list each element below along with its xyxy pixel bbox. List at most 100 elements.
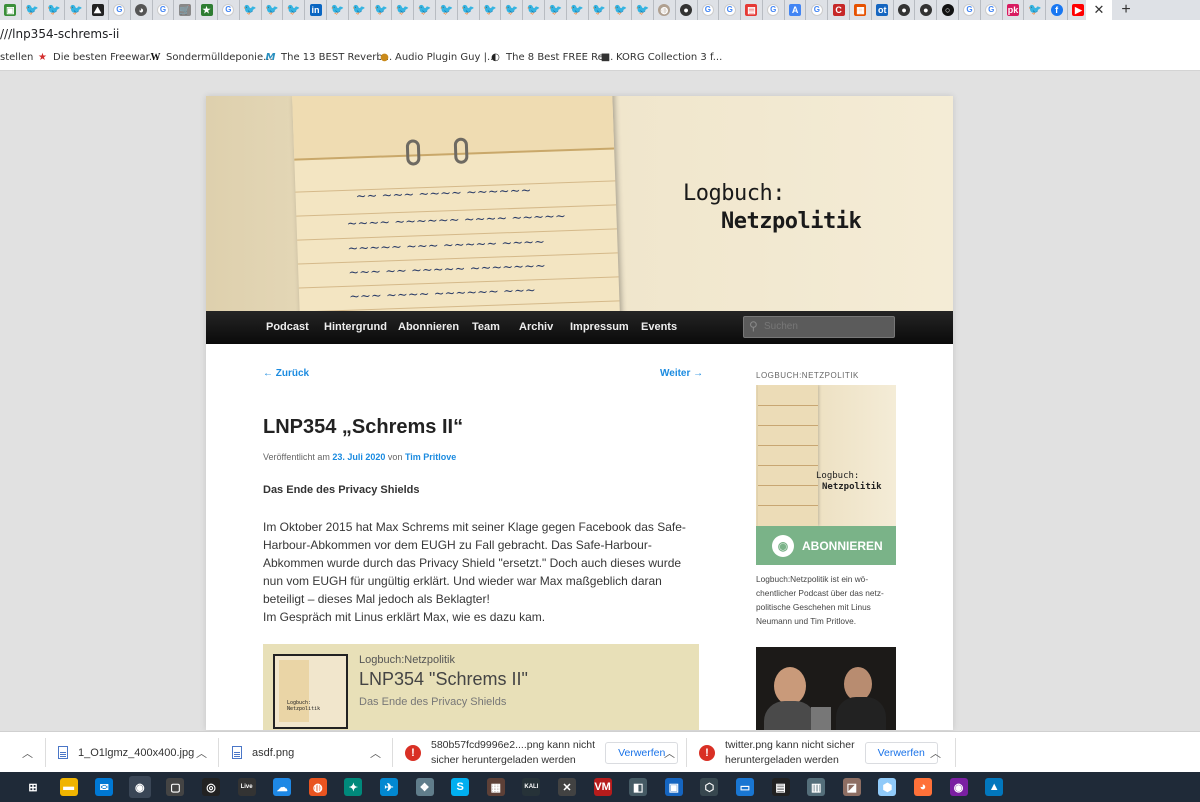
taskbar-app-button[interactable]: ▲ [983,776,1005,798]
bookmark-item[interactable]: ■ KORG Collection 3 f... [600,52,723,63]
taskbar-app-button[interactable]: ◕ [912,776,934,798]
taskbar-app-button[interactable]: VM [592,776,614,798]
taskbar-app-button[interactable]: ◎ [200,776,222,798]
taskbar-app-button[interactable]: ▬ [58,776,80,798]
browser-tab[interactable]: A [785,0,807,20]
browser-tab[interactable]: 🐦 [44,0,66,20]
header-image[interactable]: ~~ ~~~ ~~~~ ~~~~~~ ~~~~ ~~~~~~ ~~~~ ~~~~… [206,96,953,311]
taskbar-app-button[interactable]: ◧ [627,776,649,798]
download-item[interactable]: 1_O1lgmz_400x400.jpg [58,732,194,773]
browser-tab[interactable]: C [828,0,851,20]
bookmark-item[interactable]: ● Audio Plugin Guy |... [379,52,496,63]
browser-tab[interactable]: ● [894,0,916,20]
browser-tab[interactable]: 🐦 [327,0,349,20]
browser-tab[interactable]: 🐦 [436,0,458,20]
close-tab-icon[interactable]: ✕ [1094,2,1105,18]
browser-tab[interactable]: ot [872,0,894,20]
browser-tab[interactable]: G [698,0,720,20]
browser-tab[interactable]: ▦ [850,0,872,20]
browser-tab[interactable]: ★ [196,0,218,20]
browser-tab[interactable]: 🐦 [458,0,480,20]
taskbar-app-button[interactable]: ⬢ [876,776,898,798]
taskbar-app-button[interactable]: ◍ [307,776,329,798]
browser-tab[interactable]: ▤ [741,0,763,20]
nav-hintergrund[interactable]: Hintergrund [324,321,387,333]
sidebar-cover-image[interactable]: Logbuch: Netzpolitik [756,385,896,526]
browser-tab[interactable]: 🐦 [392,0,415,20]
taskbar-app-button[interactable]: ⬡ [698,776,720,798]
next-post-link[interactable]: Weiter → [660,368,703,379]
taskbar-app-button[interactable]: ▤ [770,776,792,798]
browser-tab[interactable]: 🐦 [610,0,633,20]
chevron-up-icon[interactable]: ︿ [196,745,207,761]
taskbar-app-button[interactable]: Live [236,776,258,798]
browser-tab[interactable]: G [109,0,131,20]
nav-archiv[interactable]: Archiv [519,321,553,333]
browser-tab[interactable]: 🐦 [545,0,567,20]
taskbar-app-button[interactable]: ▣ [663,776,685,798]
nav-abonnieren[interactable]: Abonnieren [398,321,459,333]
browser-tab[interactable]: G [218,0,240,20]
site-logo[interactable]: Logbuch: Netzpolitik [683,180,862,236]
taskbar-app-button[interactable]: ◉ [948,776,970,798]
address-bar[interactable]: ///lnp354-schrems-ii [0,20,1200,47]
nav-events[interactable]: Events [641,321,677,333]
nav-podcast[interactable]: Podcast [266,321,309,333]
taskbar-app-button[interactable]: ☁ [271,776,293,798]
browser-tab[interactable]: 🐦 [283,0,306,20]
taskbar-app-button[interactable]: ▢ [164,776,186,798]
browser-tab[interactable]: 🐦 [589,0,611,20]
browser-tab[interactable]: 🐦 [632,0,654,20]
download-item-warning[interactable]: ! 580b57fcd9996e2....png kann nicht sich… [405,732,679,773]
browser-tab[interactable]: G [981,0,1003,20]
browser-tab[interactable]: 🐦 [501,0,524,20]
taskbar-app-button[interactable]: ▥ [805,776,827,798]
browser-tab[interactable]: pk [1003,0,1025,20]
taskbar-app-button[interactable]: ✈ [378,776,400,798]
taskbar-app-button[interactable]: ❖ [414,776,436,798]
browser-tab[interactable]: 🐦 [262,0,284,20]
nav-team[interactable]: Team [472,321,500,333]
taskbar-app-button[interactable]: ⊞ [22,776,44,798]
chevron-up-icon[interactable]: ︿ [930,745,941,761]
browser-tab[interactable]: 🐦 [414,0,436,20]
bookmark-item[interactable]: stellen [0,52,33,63]
browser-tab[interactable]: ○ [937,0,960,20]
browser-tab[interactable]: 🐦 [523,0,545,20]
browser-tab[interactable]: ⛰ [87,0,109,20]
subscribe-button[interactable]: ◉ ABONNIEREN [756,526,896,565]
browser-tab[interactable]: G [719,0,742,20]
browser-tab[interactable]: ◕ [131,0,153,20]
browser-tab[interactable]: 🐦 [240,0,262,20]
browser-tab[interactable]: 🐦 [65,0,88,20]
chevron-up-icon[interactable]: ︿ [664,745,675,761]
bookmark-item[interactable]: M The 13 BEST Reverb... [265,52,393,63]
podcast-player[interactable]: Logbuch: Netzpolitik Logbuch:Netzpolitik … [263,644,699,730]
browser-tab[interactable]: 🐦 [22,0,44,20]
post-title[interactable]: LNP354 „Schrems II“ [263,416,463,439]
browser-tab[interactable]: G [763,0,785,20]
chevron-up-icon[interactable]: ︿ [370,745,381,761]
browser-tab[interactable]: 🐦 [1024,0,1047,20]
bookmark-item[interactable]: W Sondermülldeponie... [150,52,273,63]
taskbar-app-button[interactable]: ▭ [734,776,756,798]
taskbar-app-button[interactable]: ◪ [841,776,863,798]
browser-tab[interactable]: 🛒 [174,0,197,20]
browser-tab[interactable]: 🐦 [567,0,589,20]
taskbar-app-button[interactable]: ▦ [485,776,507,798]
browser-tab[interactable]: 🐦 [371,0,393,20]
active-tab[interactable]: ✕ [1086,0,1112,20]
new-tab-button[interactable]: + [1116,0,1136,20]
browser-tab[interactable]: ▣ [0,0,22,20]
chevron-up-icon[interactable]: ︿ [22,745,33,761]
browser-tab[interactable]: ● [676,0,698,20]
nav-impressum[interactable]: Impressum [570,321,629,333]
bookmark-item[interactable]: ◐ The 8 Best FREE Re... [490,52,613,63]
browser-tab[interactable]: 🐦 [480,0,502,20]
download-item[interactable]: asdf.png [232,732,294,773]
browser-tab[interactable]: f [1046,0,1069,20]
browser-tab[interactable]: G [959,0,981,20]
url-text[interactable]: ///lnp354-schrems-ii [0,27,119,41]
search-input[interactable]: ⚲ Suchen [743,316,895,338]
browser-tab[interactable]: ● [915,0,938,20]
